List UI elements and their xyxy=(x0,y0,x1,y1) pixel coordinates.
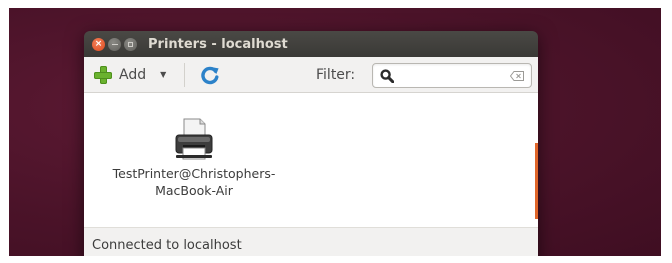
search-icon xyxy=(380,69,394,83)
printer-icon xyxy=(175,118,213,160)
window-titlebar[interactable]: × Printers - localhost xyxy=(84,31,538,57)
refresh-button[interactable] xyxy=(199,64,221,86)
refresh-icon xyxy=(201,66,219,84)
add-label: Add xyxy=(119,66,147,83)
maximize-icon xyxy=(128,41,133,47)
window-title: Printers - localhost xyxy=(148,36,288,52)
printer-label-line2: MacBook-Air xyxy=(155,183,233,198)
minimize-button[interactable] xyxy=(108,37,121,51)
printer-item[interactable]: TestPrinter@Christophers- MacBook-Air xyxy=(84,117,304,199)
toolbar-separator xyxy=(184,62,186,87)
minimize-icon xyxy=(111,43,118,45)
toolbar: Add ▼ Filter: xyxy=(84,57,538,93)
desktop-background: × Printers - localhost Add ▼ Filter: Tes… xyxy=(9,8,661,256)
plus-icon xyxy=(93,65,113,85)
filter-label: Filter: xyxy=(316,67,356,83)
printer-list: TestPrinter@Christophers- MacBook-Air xyxy=(84,93,538,227)
status-bar: Connected to localhost xyxy=(84,227,538,256)
maximize-button[interactable] xyxy=(124,37,137,51)
close-icon: × xyxy=(94,38,103,49)
printers-window: × Printers - localhost Add ▼ Filter: Tes… xyxy=(84,31,538,256)
filter-field[interactable] xyxy=(372,63,532,88)
printer-label-line1: TestPrinter@Christophers- xyxy=(112,166,276,181)
status-text: Connected to localhost xyxy=(92,238,242,253)
close-button[interactable]: × xyxy=(92,37,105,51)
filter-input[interactable] xyxy=(401,66,501,85)
scroll-indicator[interactable] xyxy=(535,143,538,219)
printer-label: TestPrinter@Christophers- MacBook-Air xyxy=(113,165,276,199)
dropdown-arrow-icon[interactable]: ▼ xyxy=(160,70,166,79)
add-button[interactable]: Add ▼ xyxy=(93,62,170,88)
clear-icon[interactable] xyxy=(510,71,524,81)
